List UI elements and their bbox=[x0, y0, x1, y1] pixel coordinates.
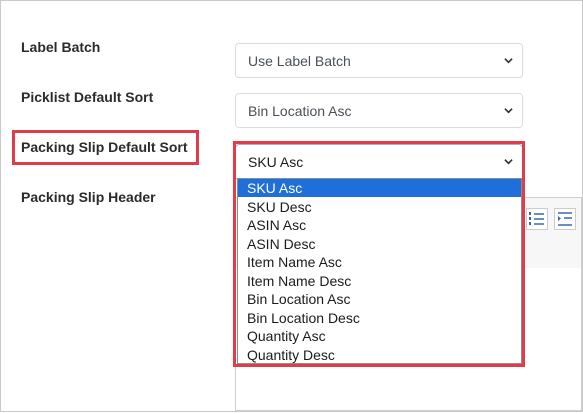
indent-icon[interactable] bbox=[554, 208, 576, 230]
label-batch-label: Label Batch bbox=[21, 39, 101, 55]
label-batch-select[interactable]: Use Label Batch bbox=[235, 43, 523, 78]
settings-panel: Label Batch Use Label Batch Picklist Def… bbox=[0, 0, 583, 412]
picklist-default-sort-select[interactable]: Bin Location Asc bbox=[235, 93, 523, 128]
chevron-down-icon bbox=[504, 58, 513, 64]
label-batch-value: Use Label Batch bbox=[248, 53, 351, 69]
chevron-down-icon bbox=[504, 108, 513, 114]
picklist-default-sort-label: Picklist Default Sort bbox=[21, 89, 154, 105]
label-highlight-box bbox=[12, 130, 199, 165]
packing-slip-header-label: Packing Slip Header bbox=[21, 189, 156, 205]
dropdown-highlight-box bbox=[233, 141, 525, 367]
ordered-list-icon[interactable] bbox=[526, 208, 548, 230]
picklist-default-sort-value: Bin Location Asc bbox=[248, 103, 352, 119]
